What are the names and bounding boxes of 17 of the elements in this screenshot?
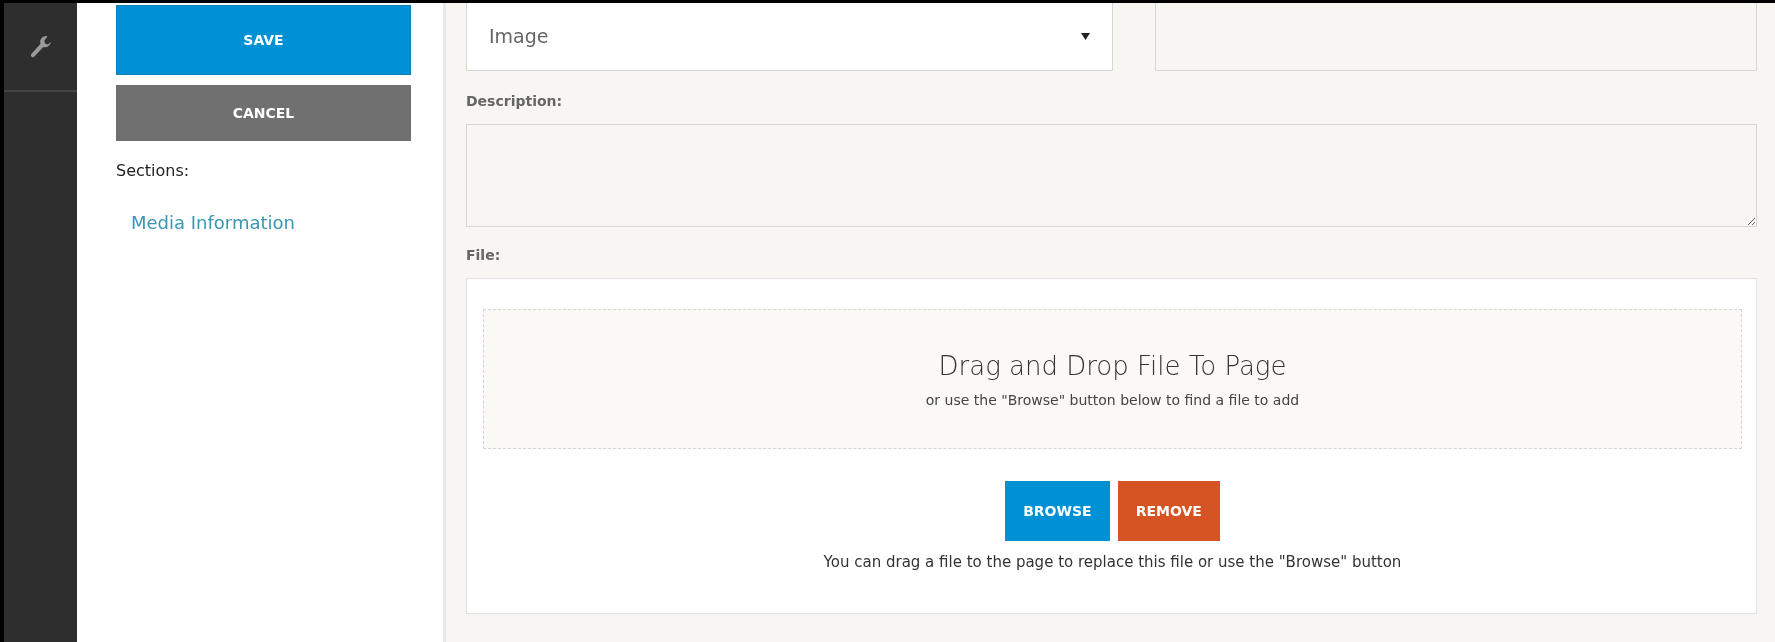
remove-button[interactable]: REMOVE — [1117, 481, 1220, 541]
description-label: Description: — [466, 92, 564, 111]
cancel-button[interactable]: CANCEL — [116, 85, 411, 141]
description-field[interactable] — [466, 124, 1757, 227]
save-button[interactable]: SAVE — [116, 5, 411, 75]
caret-icon — [1080, 33, 1090, 40]
type-select[interactable]: Image — [466, 3, 1113, 71]
file-note: You can drag a file to the page to replace this file or use the "Browse" button — [822, 552, 1403, 573]
section-link[interactable]: Media Information — [131, 209, 295, 236]
drop-zone[interactable]: Drag and Drop File To Page or use the "Browse" button below to find a file to add — [483, 309, 1742, 449]
browse-button[interactable]: BROWSE — [1005, 481, 1110, 541]
input-field[interactable] — [1154, 3, 1757, 71]
file-label: File: — [466, 246, 502, 265]
drop-zone-title: Drag and Drop File To Page — [938, 350, 1287, 383]
wrench-icon[interactable] — [29, 34, 52, 59]
sections-heading: Sections: — [116, 160, 191, 182]
drop-zone-hint: or use the "Browse" button below to find a file to add — [925, 391, 1300, 410]
